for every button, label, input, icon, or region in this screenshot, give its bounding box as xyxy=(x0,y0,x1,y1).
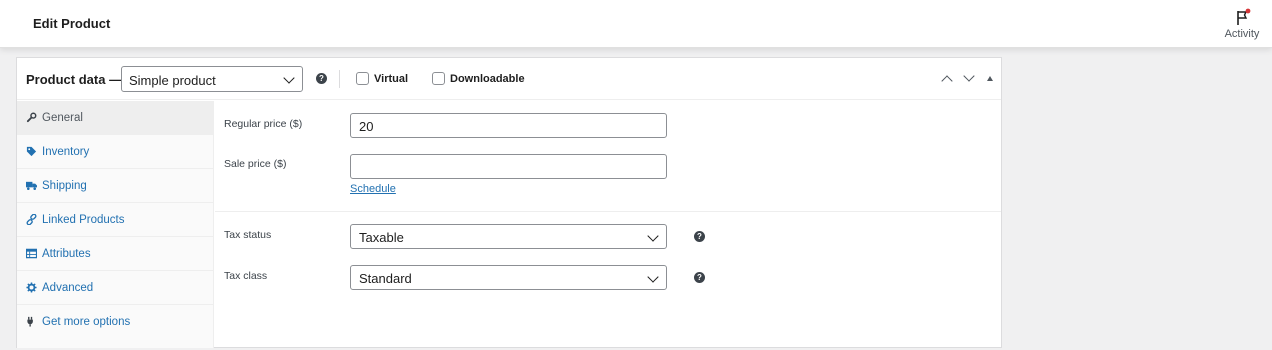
sale-price-input[interactable] xyxy=(350,154,667,179)
regular-price-value: 20 xyxy=(359,119,374,134)
flag-icon xyxy=(1237,8,1251,25)
help-icon[interactable]: ? xyxy=(316,73,327,84)
move-up-icon[interactable] xyxy=(941,75,953,87)
sale-price-label: Sale price ($) xyxy=(224,158,287,170)
product-type-select[interactable]: Simple product xyxy=(121,66,303,92)
tab-general-label: General xyxy=(42,112,83,124)
help-icon[interactable]: ? xyxy=(694,272,705,283)
tab-linked-products[interactable]: Linked Products xyxy=(17,203,214,237)
tax-status-select[interactable]: Taxable xyxy=(350,224,667,249)
wrench-icon xyxy=(26,112,37,123)
table-icon xyxy=(26,248,37,259)
tab-inventory-label: Inventory xyxy=(42,146,90,158)
divider xyxy=(339,70,340,88)
tab-attributes[interactable]: Attributes xyxy=(17,237,214,271)
gear-icon xyxy=(26,282,37,293)
tax-class-select[interactable]: Standard xyxy=(350,265,667,290)
tab-advanced-label: Advanced xyxy=(42,282,94,294)
regular-price-input[interactable]: 20 xyxy=(350,113,667,138)
product-data-panel: Product data — Simple product ? Virtual … xyxy=(16,57,1002,348)
collapse-toggle-icon[interactable] xyxy=(987,76,993,81)
tab-get-more-options-label: Get more options xyxy=(42,316,131,328)
tab-attributes-label: Attributes xyxy=(42,248,91,260)
divider xyxy=(215,211,1001,212)
panel-title: Product data — xyxy=(26,72,123,87)
tax-status-value: Taxable xyxy=(359,230,404,245)
plugin-icon xyxy=(27,316,33,327)
move-down-icon[interactable] xyxy=(963,70,975,82)
panel-header: Product data — Simple product ? Virtual … xyxy=(17,58,1001,100)
help-icon[interactable]: ? xyxy=(694,231,705,242)
tab-advanced[interactable]: Advanced xyxy=(17,271,214,305)
activity-label: Activity xyxy=(1224,28,1260,40)
schedule-link[interactable]: Schedule xyxy=(350,183,396,195)
tab-get-more-options[interactable]: Get more options xyxy=(17,305,214,339)
regular-price-label: Regular price ($) xyxy=(224,118,303,130)
virtual-label: Virtual xyxy=(374,73,409,85)
product-type-value: Simple product xyxy=(129,73,216,88)
page-title: Edit Product xyxy=(33,16,111,31)
tab-linked-products-label: Linked Products xyxy=(42,214,125,226)
tab-general[interactable]: General xyxy=(17,101,214,135)
tax-class-label: Tax class xyxy=(224,270,268,282)
virtual-checkbox[interactable] xyxy=(356,72,369,85)
chevron-down-icon xyxy=(283,72,295,84)
product-data-tabs: General Inventory Shipping Linked Produc… xyxy=(17,101,214,348)
chevron-down-icon xyxy=(647,230,659,242)
tab-shipping-label: Shipping xyxy=(42,180,87,192)
tab-inventory[interactable]: Inventory xyxy=(17,135,214,169)
tax-status-label: Tax status xyxy=(224,229,272,241)
top-bar: Edit Product Activity xyxy=(0,0,1272,48)
downloadable-checkbox[interactable] xyxy=(432,72,445,85)
downloadable-label: Downloadable xyxy=(450,73,525,85)
activity-button[interactable]: Activity xyxy=(1212,0,1272,48)
tax-class-value: Standard xyxy=(359,271,412,286)
chevron-down-icon xyxy=(647,271,659,283)
tag-icon xyxy=(26,146,37,157)
truck-icon xyxy=(26,181,37,190)
link-icon xyxy=(26,214,37,225)
tab-shipping[interactable]: Shipping xyxy=(17,169,214,203)
